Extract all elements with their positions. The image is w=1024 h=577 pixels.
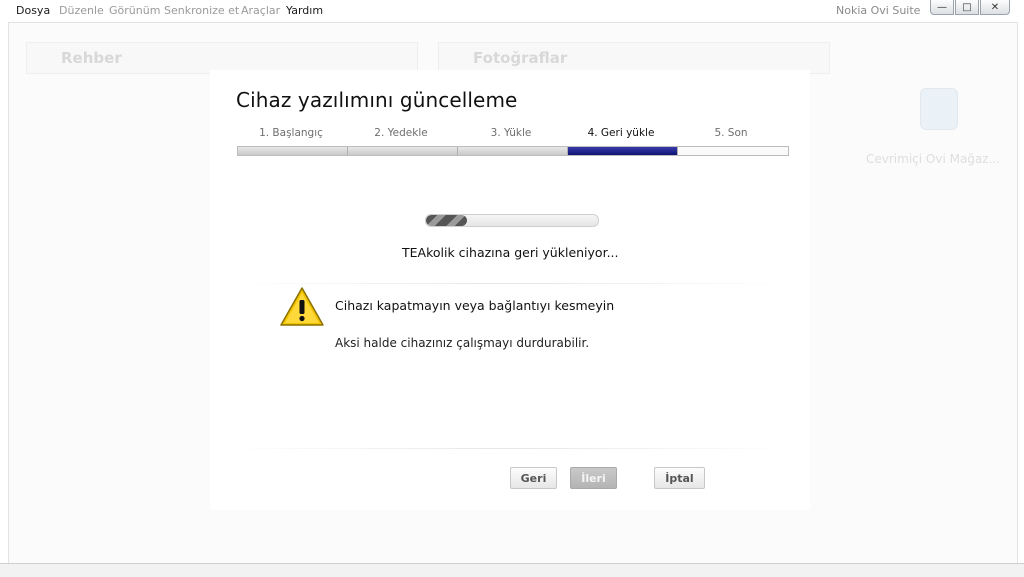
menu-araclar[interactable]: Araçlar: [241, 4, 280, 17]
divider-top: [230, 283, 790, 284]
menu-duzenle[interactable]: Düzenle: [59, 4, 104, 17]
cancel-button[interactable]: İptal: [654, 467, 705, 489]
divider-bottom: [230, 448, 790, 449]
step-segment-1: [238, 147, 348, 155]
photos-panel-title: Fotoğraflar: [473, 49, 568, 67]
warning-icon: [280, 287, 324, 326]
contacts-panel-title: Rehber: [61, 49, 122, 67]
menu-bar: Dosya Düzenle Görünüm Senkronize et Araç…: [0, 0, 1024, 20]
maximize-button[interactable]: □: [955, 0, 979, 15]
restore-progress-bar: [425, 214, 599, 227]
menu-yardim[interactable]: Yardım: [286, 4, 323, 17]
step-5: 5. Son: [714, 127, 748, 139]
ovi-store-icon: [920, 88, 958, 130]
warning-text: Aksi halde cihazınız çalışmayı durdurabi…: [335, 336, 590, 350]
step-segment-4: [568, 147, 678, 155]
warning-title: Cihazı kapatmayın veya bağlantıyı kesmey…: [335, 298, 615, 313]
step-segment-3: [458, 147, 568, 155]
status-text: TEAkolik cihazına geri yükleniyor...: [402, 245, 619, 260]
ovi-store-link: Cevrimiçi Ovi Mağaz...: [866, 152, 1001, 166]
restore-progress-fill: [426, 215, 468, 226]
step-4: 4. Geri yükle: [587, 127, 655, 139]
menu-senkronize[interactable]: Senkronize et: [164, 4, 239, 17]
menu-gorunum[interactable]: Görünüm: [109, 4, 160, 17]
step-segment-2: [348, 147, 458, 155]
back-button[interactable]: Geri: [510, 467, 557, 489]
window-bottom-frame: [0, 563, 1024, 577]
menu-dosya[interactable]: Dosya: [16, 4, 50, 17]
dialog-title: Cihaz yazılımını güncelleme: [236, 88, 518, 112]
step-2: 2. Yedekle: [374, 127, 428, 139]
step-segment-5: [678, 147, 788, 155]
step-progress-bar: [237, 146, 789, 156]
close-button[interactable]: ✕: [980, 0, 1010, 15]
next-button[interactable]: İleri: [570, 467, 617, 489]
minimize-button[interactable]: —: [930, 0, 954, 15]
app-title: Nokia Ovi Suite: [836, 4, 921, 17]
step-1: 1. Başlangıç: [259, 127, 323, 139]
window-controls: — □ ✕: [930, 0, 1011, 16]
step-3: 3. Yükle: [490, 127, 532, 139]
